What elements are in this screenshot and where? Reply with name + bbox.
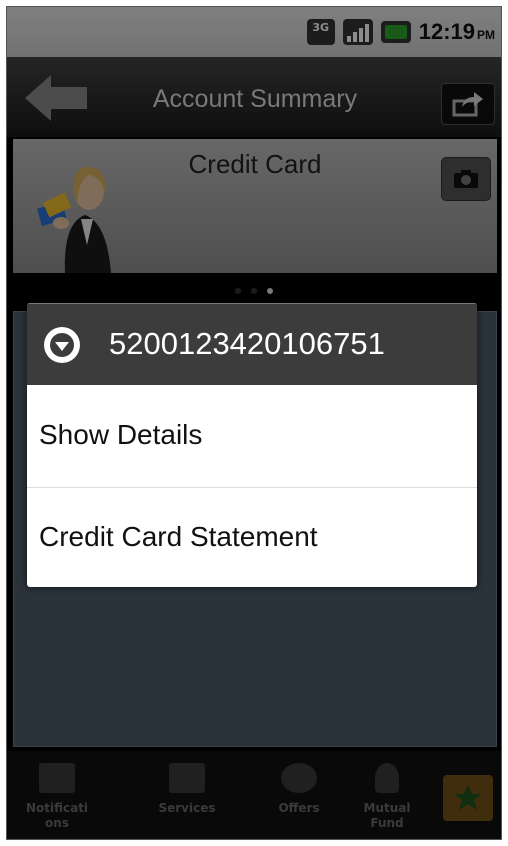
menu-item-label: Show Details	[39, 419, 203, 450]
menu-item-label: Credit Card Statement	[39, 521, 318, 552]
menu-item-credit-card-statement[interactable]: Credit Card Statement	[27, 487, 477, 587]
dialog-header: 5200123420106751	[27, 303, 477, 385]
context-menu-dialog: 5200123420106751 Show Details Credit Car…	[27, 303, 477, 587]
chevron-down-circle-icon	[44, 327, 80, 363]
menu-item-show-details[interactable]: Show Details	[27, 386, 477, 486]
dialog-title: 5200123420106751	[109, 326, 385, 361]
